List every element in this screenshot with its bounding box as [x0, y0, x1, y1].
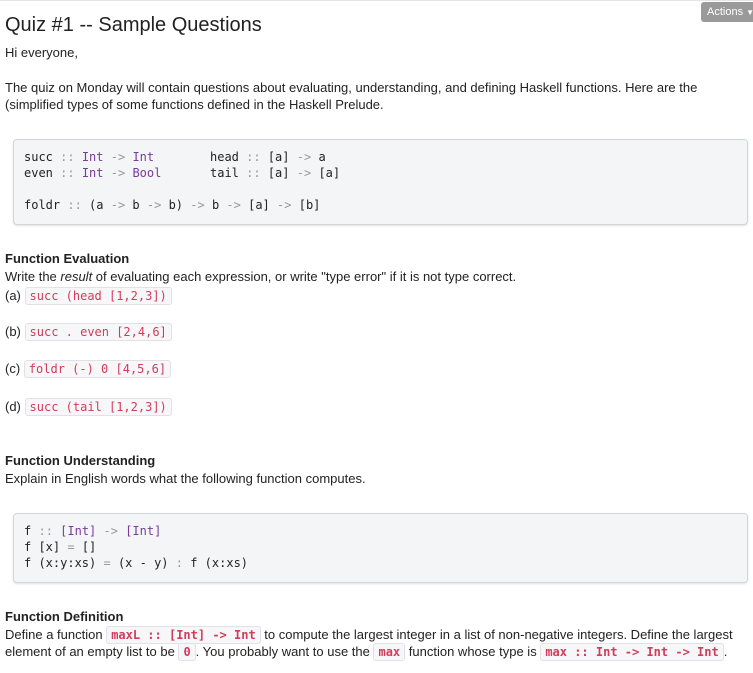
- definition-heading: Function Definition: [5, 609, 124, 624]
- inline-code: max: [373, 643, 406, 661]
- actions-button[interactable]: Actions ▼: [701, 2, 753, 22]
- definition-line-2: element of an empty list to be 0. You pr…: [5, 643, 728, 661]
- top-divider: [0, 0, 753, 1]
- code-line-2: f [x] = []: [24, 540, 97, 554]
- inline-code: max :: Int -> Int -> Int: [540, 643, 724, 661]
- code-line-foldr: foldr :: (a -> b -> b) -> b -> [a] -> [b…: [24, 198, 321, 212]
- intro-paragraph: The quiz on Monday will contain question…: [5, 80, 698, 112]
- evaluation-heading: Function Evaluation: [5, 251, 130, 266]
- understanding-heading: Function Understanding: [5, 453, 156, 468]
- evaluation-instructions: Write the result of evaluating each expr…: [5, 269, 517, 284]
- inline-code: succ (head [1,2,3]): [24, 287, 172, 305]
- evaluation-item-d: (d) succ (tail [1,2,3]): [5, 398, 172, 416]
- page-title: Quiz #1 -- Sample Questions: [5, 14, 262, 36]
- definition-line-1: Define a function maxL :: [Int] -> Int t…: [5, 626, 733, 644]
- code-line-1: f :: [Int] -> [Int]: [24, 524, 162, 538]
- evaluation-item-c: (c) foldr (-) 0 [4,5,6]: [5, 360, 172, 378]
- actions-label: Actions: [707, 6, 744, 18]
- caret-down-icon: ▼: [746, 7, 753, 17]
- inline-code: 0: [178, 643, 196, 661]
- inline-code: succ . even [2,4,6]: [24, 323, 172, 341]
- greeting: Hi everyone,: [5, 45, 78, 60]
- inline-code: maxL :: [Int] -> Int: [106, 626, 261, 644]
- understanding-instructions: Explain in English words what the follow…: [5, 471, 366, 486]
- code-line-head: head :: [a] -> a: [210, 150, 326, 164]
- code-line-even: even :: Int -> Bool: [24, 166, 162, 180]
- prelude-code-block: succ :: Int -> Int even :: Int -> Bool h…: [13, 139, 748, 225]
- code-line-3: f (x:y:xs) = (x - y) : f (x:xs): [24, 556, 249, 570]
- code-line-tail: tail :: [a] -> [a]: [210, 166, 341, 180]
- code-line-succ: succ :: Int -> Int: [24, 150, 155, 164]
- evaluation-item-b: (b) succ . even [2,4,6]: [5, 323, 172, 341]
- inline-code: succ (tail [1,2,3]): [24, 398, 172, 416]
- evaluation-item-a: (a) succ (head [1,2,3]): [5, 287, 172, 305]
- function-code-block: f :: [Int] -> [Int] f [x] = [] f (x:y:xs…: [13, 513, 748, 583]
- inline-code: foldr (-) 0 [4,5,6]: [23, 360, 172, 378]
